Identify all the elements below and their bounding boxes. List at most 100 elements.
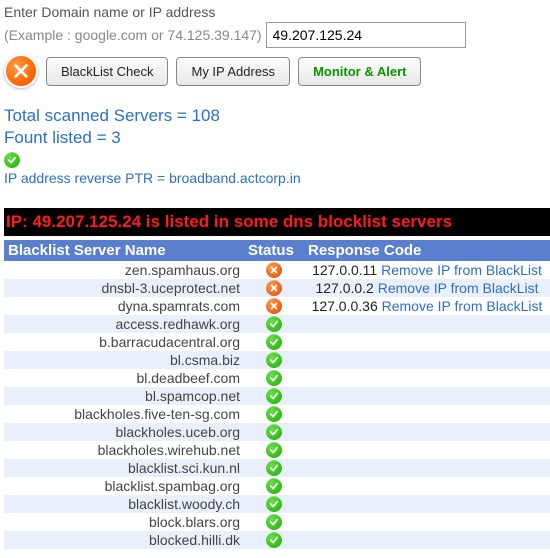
col-server: Blacklist Server Name (4, 240, 244, 261)
table-row: bl.spamcop.net (4, 387, 550, 405)
check-icon (266, 388, 282, 404)
remove-ip-link[interactable]: Remove IP from BlackList (381, 262, 542, 278)
response-code: 127.0.0.11 (312, 262, 381, 278)
server-name: blacklist.sci.kun.nl (4, 459, 244, 477)
response-cell: 127.0.0.2 Remove IP from BlackList (304, 279, 550, 297)
my-ip-button[interactable]: My IP Address (176, 57, 290, 86)
check-icon (266, 334, 282, 350)
status-cell (244, 531, 304, 549)
status-cell (244, 315, 304, 333)
blacklist-check-button[interactable]: BlackList Check (46, 57, 168, 86)
server-name: bl.deadbeef.com (4, 369, 244, 387)
response-code: 127.0.0.2 (315, 280, 377, 296)
table-row: bl.deadbeef.com (4, 369, 550, 387)
check-icon (266, 352, 282, 368)
warning-bar: IP: 49.207.125.24 is listed in some dns … (4, 208, 550, 236)
results-table: Blacklist Server Name Status Response Co… (4, 240, 550, 549)
server-name: blocked.hilli.dk (4, 531, 244, 549)
cross-icon (266, 298, 282, 314)
table-row: dnsbl-3.uceprotect.net 127.0.0.2 Remove I… (4, 279, 550, 297)
ptr-line: IP address reverse PTR = broadband.actco… (4, 170, 546, 186)
server-name: blacklist.woody.ch (4, 495, 244, 513)
response-cell (304, 513, 550, 531)
check-icon (266, 424, 282, 440)
status-cell (244, 405, 304, 423)
server-name: access.redhawk.org (4, 315, 244, 333)
server-name: blackholes.five-ten-sg.com (4, 405, 244, 423)
response-cell (304, 459, 550, 477)
table-row: blacklist.sci.kun.nl (4, 459, 550, 477)
monitor-alert-button[interactable]: Monitor & Alert (298, 57, 421, 86)
check-icon (266, 460, 282, 476)
server-name: bl.csma.biz (4, 351, 244, 369)
response-cell (304, 405, 550, 423)
response-cell: 127.0.0.36 Remove IP from BlackList (304, 297, 550, 315)
remove-ip-link[interactable]: Remove IP from BlackList (378, 280, 539, 296)
remove-ip-link[interactable]: Remove IP from BlackList (382, 298, 543, 314)
server-name: zen.spamhaus.org (4, 261, 244, 279)
response-cell (304, 531, 550, 549)
status-cell (244, 495, 304, 513)
scanned-line: Total scanned Servers = 108 (4, 106, 546, 126)
table-row: dyna.spamrats.com 127.0.0.36 Remove IP fr… (4, 297, 550, 315)
input-example: (Example : google.com or 74.125.39.147) (4, 27, 262, 43)
cross-icon (266, 280, 282, 296)
response-code: 127.0.0.36 (312, 298, 382, 314)
status-cell (244, 441, 304, 459)
response-cell (304, 423, 550, 441)
input-label: Enter Domain name or IP address (4, 4, 546, 20)
server-name: b.barracudacentral.org (4, 333, 244, 351)
server-name: blacklist.spambag.org (4, 477, 244, 495)
server-name: bl.spamcop.net (4, 387, 244, 405)
response-cell (304, 351, 550, 369)
check-icon (266, 496, 282, 512)
status-cell (244, 351, 304, 369)
response-cell (304, 495, 550, 513)
status-cell (244, 333, 304, 351)
table-row: block.blars.org (4, 513, 550, 531)
check-icon (266, 406, 282, 422)
close-icon[interactable] (4, 54, 38, 88)
status-cell (244, 369, 304, 387)
status-cell (244, 459, 304, 477)
response-cell (304, 315, 550, 333)
domain-ip-input[interactable] (266, 22, 466, 48)
cross-icon (266, 262, 282, 278)
found-line: Fount listed = 3 (4, 128, 546, 148)
status-cell (244, 261, 304, 279)
check-icon (266, 478, 282, 494)
col-status: Status (244, 240, 304, 261)
status-cell (244, 477, 304, 495)
check-icon (4, 152, 20, 168)
status-cell (244, 297, 304, 315)
table-row: blackholes.uceb.org (4, 423, 550, 441)
server-name: blackholes.uceb.org (4, 423, 244, 441)
response-cell (304, 477, 550, 495)
table-row: blackholes.five-ten-sg.com (4, 405, 550, 423)
check-icon (266, 370, 282, 386)
response-cell: 127.0.0.11 Remove IP from BlackList (304, 261, 550, 279)
status-cell (244, 423, 304, 441)
server-name: block.blars.org (4, 513, 244, 531)
response-cell (304, 441, 550, 459)
table-row: zen.spamhaus.org 127.0.0.11 Remove IP fro… (4, 261, 550, 279)
response-cell (304, 333, 550, 351)
status-cell (244, 513, 304, 531)
check-icon (266, 442, 282, 458)
table-row: bl.csma.biz (4, 351, 550, 369)
table-row: blacklist.woody.ch (4, 495, 550, 513)
check-icon (266, 316, 282, 332)
server-name: dnsbl-3.uceprotect.net (4, 279, 244, 297)
server-name: dyna.spamrats.com (4, 297, 244, 315)
table-row: access.redhawk.org (4, 315, 550, 333)
table-row: b.barracudacentral.org (4, 333, 550, 351)
check-icon (266, 514, 282, 530)
table-row: blacklist.spambag.org (4, 477, 550, 495)
server-name: blackholes.wirehub.net (4, 441, 244, 459)
ptr-ok-row (4, 152, 546, 168)
response-cell (304, 369, 550, 387)
check-icon (266, 532, 282, 548)
table-row: blocked.hilli.dk (4, 531, 550, 549)
response-cell (304, 387, 550, 405)
table-row: blackholes.wirehub.net (4, 441, 550, 459)
